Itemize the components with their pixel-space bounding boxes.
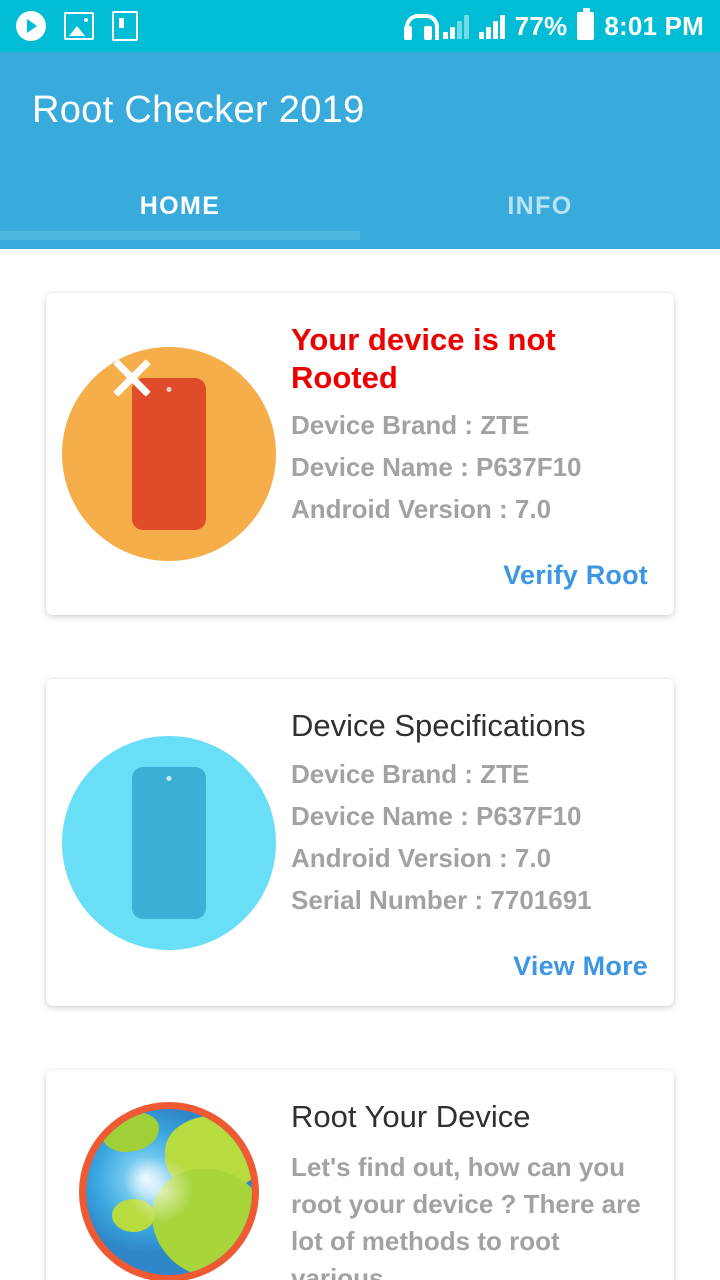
root-status-spec-brand: Device Brand : ZTE xyxy=(291,410,530,441)
clock-label: 8:01 PM xyxy=(604,11,704,41)
card-root-status-body: Your device is not Rooted Device Brand :… xyxy=(291,293,674,616)
page-title: Root Checker 2019 xyxy=(32,89,365,131)
globe-icon xyxy=(78,1102,259,1280)
phone-not-rooted-icon xyxy=(61,347,276,562)
phone-camera-dot xyxy=(166,775,171,781)
signal-bars-full-icon xyxy=(478,13,505,39)
card-root-status[interactable]: Your device is not Rooted Device Brand :… xyxy=(46,292,674,616)
root-your-device-description: Let's find out, how can you root your de… xyxy=(291,1151,641,1280)
device-spec-brand: Device Brand : ZTE xyxy=(291,758,530,789)
view-more-button[interactable]: View More xyxy=(291,929,648,988)
root-status-title: Your device is not Rooted xyxy=(291,321,556,395)
root-status-spec-name: Device Name : P637F10 xyxy=(291,452,582,483)
card-device-specifications[interactable]: Device Specifications Device Brand : ZTE… xyxy=(46,679,674,1006)
status-bar: 77% 8:01 PM xyxy=(0,0,720,52)
phone-specs-icon xyxy=(61,735,276,950)
status-bar-right-icons: 77% 8:01 PM xyxy=(403,8,704,41)
tab-info[interactable]: INFO xyxy=(360,174,720,240)
card-root-status-media xyxy=(46,293,291,616)
image-icon xyxy=(64,12,94,40)
card-device-specifications-media xyxy=(46,679,291,1005)
card-device-specifications-body: Device Specifications Device Brand : ZTE… xyxy=(291,679,674,1005)
phone-shape xyxy=(131,378,206,531)
phone-shape xyxy=(131,766,206,919)
battery-icon xyxy=(577,8,595,40)
device-spec-android: Android Version : 7.0 xyxy=(291,842,552,873)
signal-bars-weak-icon xyxy=(442,13,469,39)
tab-bar: HOME INFO xyxy=(0,174,720,240)
cards-scroll-area[interactable]: Your device is not Rooted Device Brand :… xyxy=(0,248,720,1280)
app-bar: Root Checker 2019 HOME INFO xyxy=(0,52,720,249)
app-root: 77% 8:01 PM Root Checker 2019 HOME INFO xyxy=(0,0,720,1280)
device-spec-name: Device Name : P637F10 xyxy=(291,800,582,831)
card-root-your-device[interactable]: Root Your Device Let's find out, how can… xyxy=(46,1069,674,1280)
card-root-your-device-body: Root Your Device Let's find out, how can… xyxy=(291,1070,674,1280)
card-root-your-device-media xyxy=(46,1070,291,1280)
root-your-device-title: Root Your Device xyxy=(291,1098,531,1134)
play-circle-icon xyxy=(16,11,46,41)
sim-card-icon xyxy=(112,11,138,41)
battery-percent-label: 77% xyxy=(514,11,568,41)
phone-camera-dot xyxy=(166,387,171,393)
status-bar-left-icons xyxy=(16,11,138,41)
device-specifications-title: Device Specifications xyxy=(291,708,586,744)
tab-home[interactable]: HOME xyxy=(0,174,360,240)
headphones-icon xyxy=(403,12,439,40)
tab-indicator-filler xyxy=(0,239,720,249)
device-spec-serial: Serial Number : 7701691 xyxy=(291,884,592,915)
root-status-spec-android: Android Version : 7.0 xyxy=(291,494,552,525)
verify-root-button[interactable]: Verify Root xyxy=(291,538,648,597)
